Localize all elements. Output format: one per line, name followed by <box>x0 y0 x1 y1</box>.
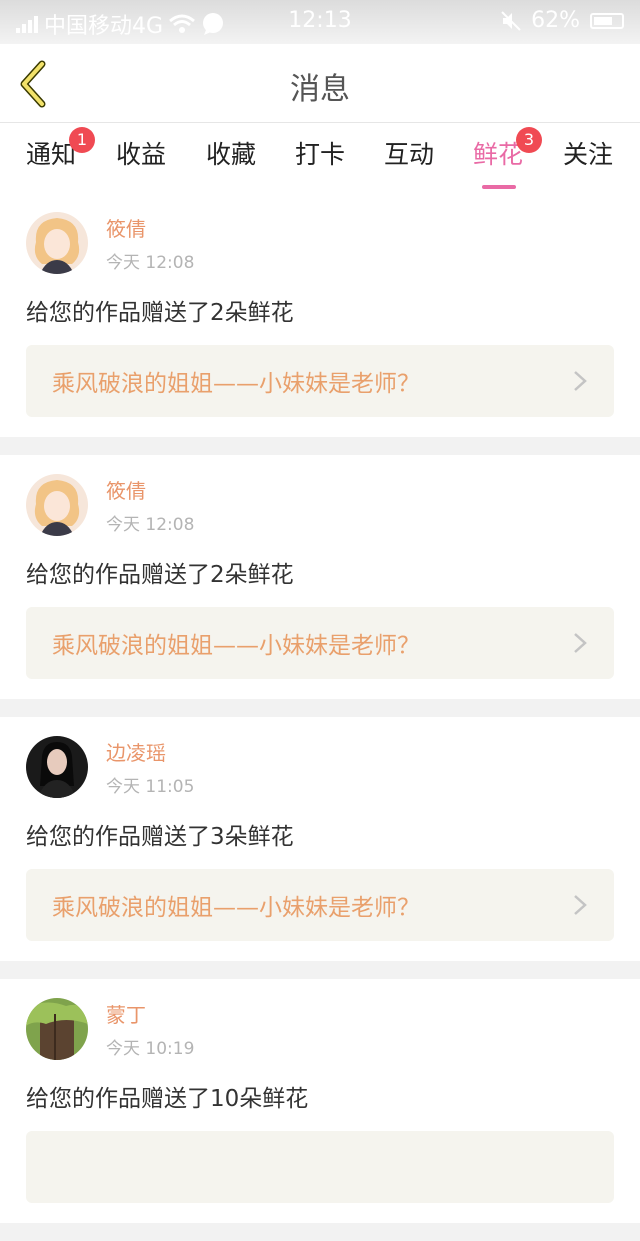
chevron-right-icon <box>574 633 587 653</box>
message-user: 蒙丁 今天 10:19 <box>26 997 614 1061</box>
tab-interaction[interactable]: 互动 <box>369 135 449 171</box>
mute-icon <box>501 10 521 31</box>
tab-flowers[interactable]: 鲜花 3 <box>458 127 542 189</box>
message-card: 边凌瑶 今天 11:05 给您的作品赠送了3朵鲜花 乘风破浪的姐姐——小妹妹是老… <box>0 717 640 961</box>
message-text: 给您的作品赠送了2朵鲜花 <box>26 300 294 326</box>
avatar[interactable] <box>26 212 88 274</box>
tab-earnings[interactable]: 收益 <box>101 135 181 171</box>
username[interactable]: 边凌瑶 <box>106 737 194 766</box>
timestamp: 今天 11:05 <box>106 777 195 797</box>
tab-label: 打卡 <box>294 140 345 169</box>
timestamp: 今天 12:08 <box>106 515 195 535</box>
message-user: 筱倩 今天 12:08 <box>26 473 614 537</box>
battery-icon <box>590 12 624 29</box>
message-user: 筱倩 今天 12:08 <box>26 211 614 275</box>
status-right: 62% <box>501 8 624 33</box>
username[interactable]: 筱倩 <box>106 213 194 242</box>
message-text: 给您的作品赠送了10朵鲜花 <box>26 1086 309 1112</box>
work-link[interactable]: 乘风破浪的姐姐——小妹妹是老师？ <box>26 607 614 679</box>
unread-badge: 1 <box>69 127 95 153</box>
user-meta: 边凌瑶 今天 11:05 <box>106 737 194 797</box>
unread-badge: 3 <box>516 127 542 153</box>
tab-checkin[interactable]: 打卡 <box>280 135 360 171</box>
work-link[interactable]: 乘风破浪的姐姐——小妹妹是老师？ <box>26 869 614 941</box>
tab-favorites[interactable]: 收藏 <box>191 135 271 171</box>
message-list: 筱倩 今天 12:08 给您的作品赠送了2朵鲜花 乘风破浪的姐姐——小妹妹是老师… <box>0 193 640 1241</box>
message-card: 筱倩 今天 12:08 给您的作品赠送了2朵鲜花 乘风破浪的姐姐——小妹妹是老师… <box>0 455 640 699</box>
tab-notice[interactable]: 通知 1 <box>11 127 95 171</box>
message-card: 蒙丁 今天 10:19 给您的作品赠送了10朵鲜花 <box>0 979 640 1223</box>
username[interactable]: 蒙丁 <box>106 999 194 1028</box>
message-user: 边凌瑶 今天 11:05 <box>26 735 614 799</box>
battery-label: 62% <box>531 8 580 33</box>
user-meta: 蒙丁 今天 10:19 <box>106 999 194 1059</box>
work-title: 乘风破浪的姐姐——小妹妹是老师？ <box>52 371 420 397</box>
username[interactable]: 筱倩 <box>106 475 194 504</box>
timestamp: 今天 10:19 <box>106 1039 195 1059</box>
timestamp: 今天 12:08 <box>106 253 195 273</box>
nav-bar: 消息 <box>0 44 640 123</box>
work-link[interactable] <box>26 1131 614 1203</box>
user-meta: 筱倩 今天 12:08 <box>106 475 194 535</box>
active-tab-indicator <box>482 185 516 189</box>
tab-follow[interactable]: 关注 <box>548 135 628 171</box>
avatar[interactable] <box>26 474 88 536</box>
tab-bar: 通知 1 收益 收藏 打卡 互动 鲜花 3 关注 <box>0 123 640 193</box>
tab-label: 收藏 <box>205 140 256 169</box>
page-title: 消息 <box>290 72 350 107</box>
work-title: 乘风破浪的姐姐——小妹妹是老师？ <box>52 895 420 921</box>
tab-label: 互动 <box>383 140 434 169</box>
user-meta: 筱倩 今天 12:08 <box>106 213 194 273</box>
avatar[interactable] <box>26 736 88 798</box>
chevron-right-icon <box>574 371 587 391</box>
tab-label: 收益 <box>115 140 166 169</box>
tab-label: 通知 <box>25 140 76 169</box>
chevron-right-icon <box>574 895 587 915</box>
message-card: 筱倩 今天 12:08 给您的作品赠送了2朵鲜花 乘风破浪的姐姐——小妹妹是老师… <box>0 193 640 437</box>
tab-label: 关注 <box>562 140 613 169</box>
work-title: 乘风破浪的姐姐——小妹妹是老师？ <box>52 633 420 659</box>
work-link[interactable]: 乘风破浪的姐姐——小妹妹是老师？ <box>26 345 614 417</box>
avatar[interactable] <box>26 998 88 1060</box>
status-bar: 中国移动4G 12:13 62% <box>0 0 640 44</box>
message-text: 给您的作品赠送了3朵鲜花 <box>26 824 294 850</box>
tab-label: 鲜花 <box>472 140 523 169</box>
message-text: 给您的作品赠送了2朵鲜花 <box>26 562 294 588</box>
